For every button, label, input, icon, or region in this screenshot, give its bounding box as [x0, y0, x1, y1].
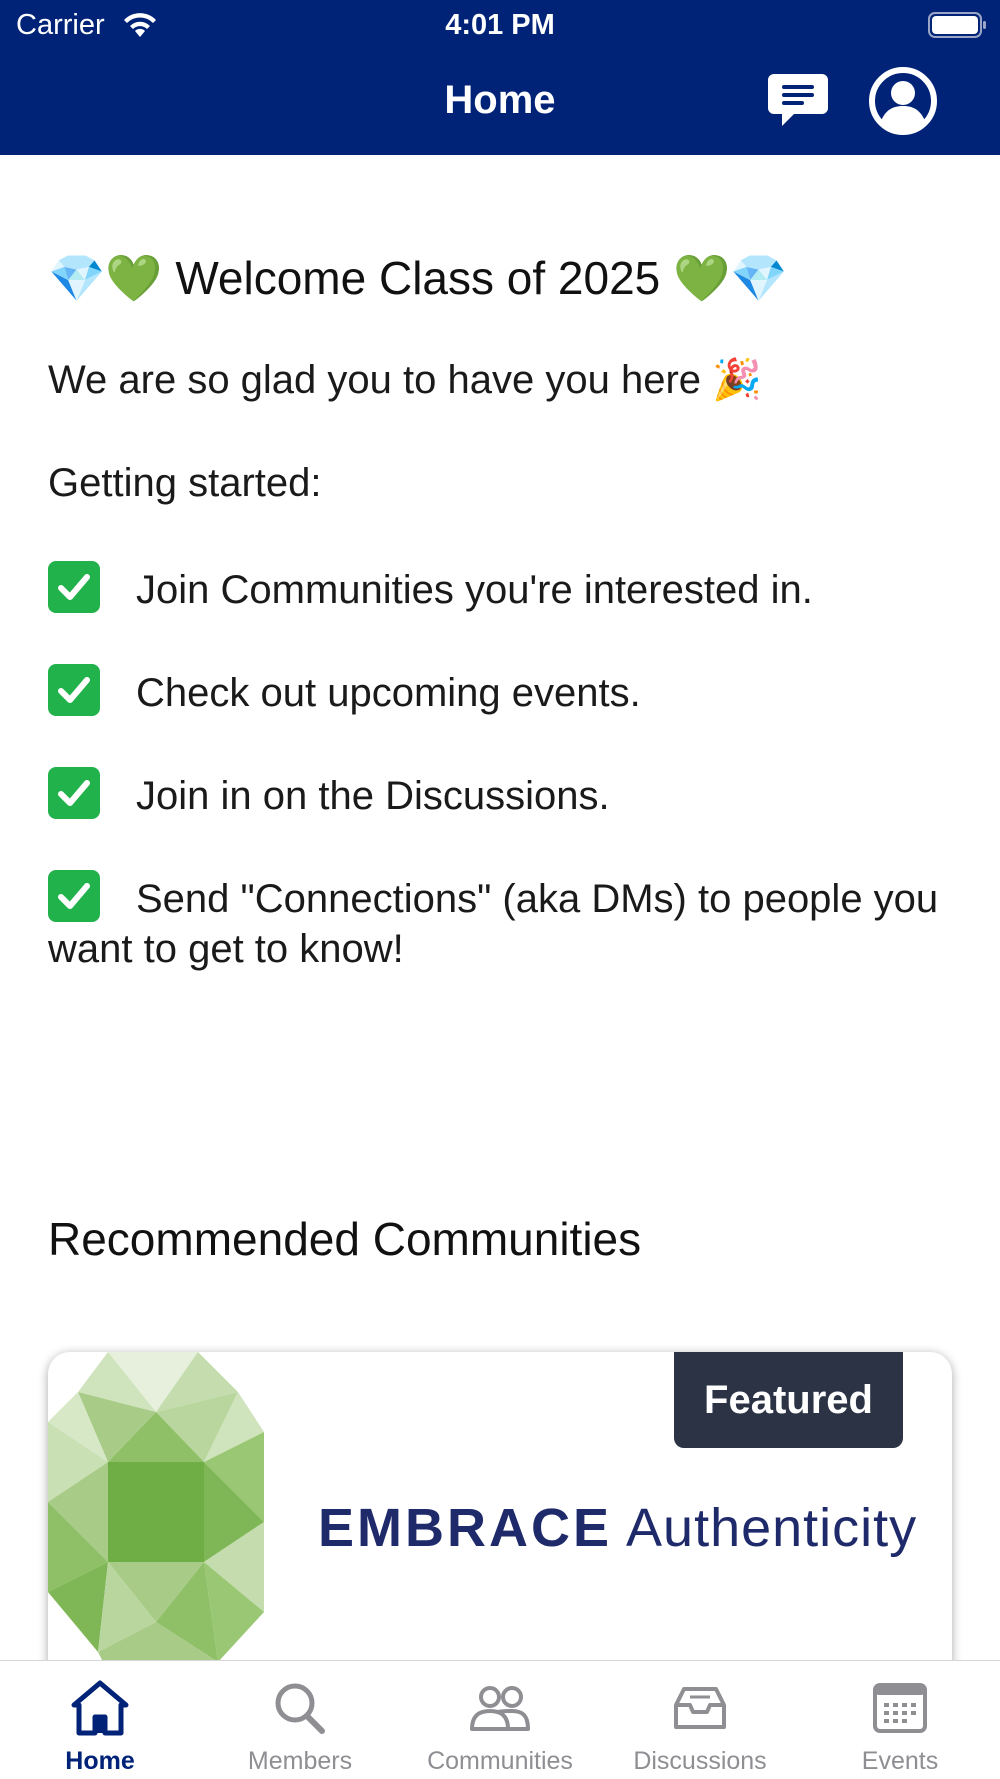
tab-label: Home [65, 1747, 135, 1775]
profile-button[interactable] [868, 66, 938, 136]
checkmark-icon [48, 664, 100, 716]
tab-communities[interactable]: Communities [400, 1661, 600, 1779]
battery-icon [928, 12, 986, 38]
home-icon [71, 1680, 129, 1736]
status-bar: Carrier 4:01 PM [0, 0, 1000, 50]
checklist-item: Check out upcoming events. [48, 664, 948, 718]
messages-button[interactable] [766, 72, 830, 130]
checklist-item-text: Check out upcoming events. [136, 671, 641, 715]
welcome-title: 💎💚 Welcome Class of 2025 💚💎 [48, 252, 788, 304]
checkmark-icon [48, 767, 100, 819]
people-icon [470, 1686, 530, 1731]
search-icon [275, 1683, 325, 1734]
chat-icon [768, 74, 828, 126]
community-brand-name: EMBRACE Authenticity [318, 1497, 917, 1559]
tab-label: Communities [427, 1747, 573, 1775]
page-title: Home [444, 78, 556, 122]
user-avatar-icon [869, 67, 937, 135]
checkmark-icon [48, 561, 100, 613]
checkmark-icon [48, 870, 100, 922]
checklist-item-text: Join in on the Discussions. [136, 774, 610, 818]
tab-home[interactable]: Home [0, 1661, 200, 1779]
recommended-communities-title: Recommended Communities [48, 1213, 642, 1265]
tab-label: Members [247, 1747, 353, 1775]
checklist-item-text: Send "Connections" (aka DMs) to people y… [48, 877, 939, 971]
tab-discussions[interactable]: Discussions [600, 1661, 800, 1779]
app-header: Carrier 4:01 PM Home [0, 0, 1000, 155]
inbox-icon [674, 1687, 726, 1729]
calendar-icon [873, 1683, 927, 1733]
welcome-intro: We are so glad you to have you here 🎉 [48, 358, 762, 402]
brand-word-authenticity: Authenticity [626, 1498, 918, 1558]
bottom-tab-bar: Home Members Communities Discussions Eve… [0, 1660, 1000, 1778]
checklist-item: Send "Connections" (aka DMs) to people y… [48, 870, 948, 974]
tab-members[interactable]: Members [200, 1661, 400, 1779]
checklist-item: Join in on the Discussions. [48, 767, 948, 821]
checklist-item-text: Join Communities you're interested in. [136, 568, 813, 612]
getting-started-label: Getting started: [48, 461, 322, 505]
tab-label: Events [861, 1747, 939, 1775]
brand-word-embrace: EMBRACE [318, 1498, 613, 1558]
featured-badge: Featured [674, 1352, 903, 1448]
tab-events[interactable]: Events [800, 1661, 1000, 1779]
tab-label: Discussions [633, 1747, 767, 1775]
checklist-item: Join Communities you're interested in. [48, 561, 948, 615]
emerald-gem-logo [48, 1352, 264, 1692]
community-card[interactable]: Featured EMBRACE Authenticity [48, 1352, 952, 1692]
status-time: 4:01 PM [445, 9, 555, 41]
